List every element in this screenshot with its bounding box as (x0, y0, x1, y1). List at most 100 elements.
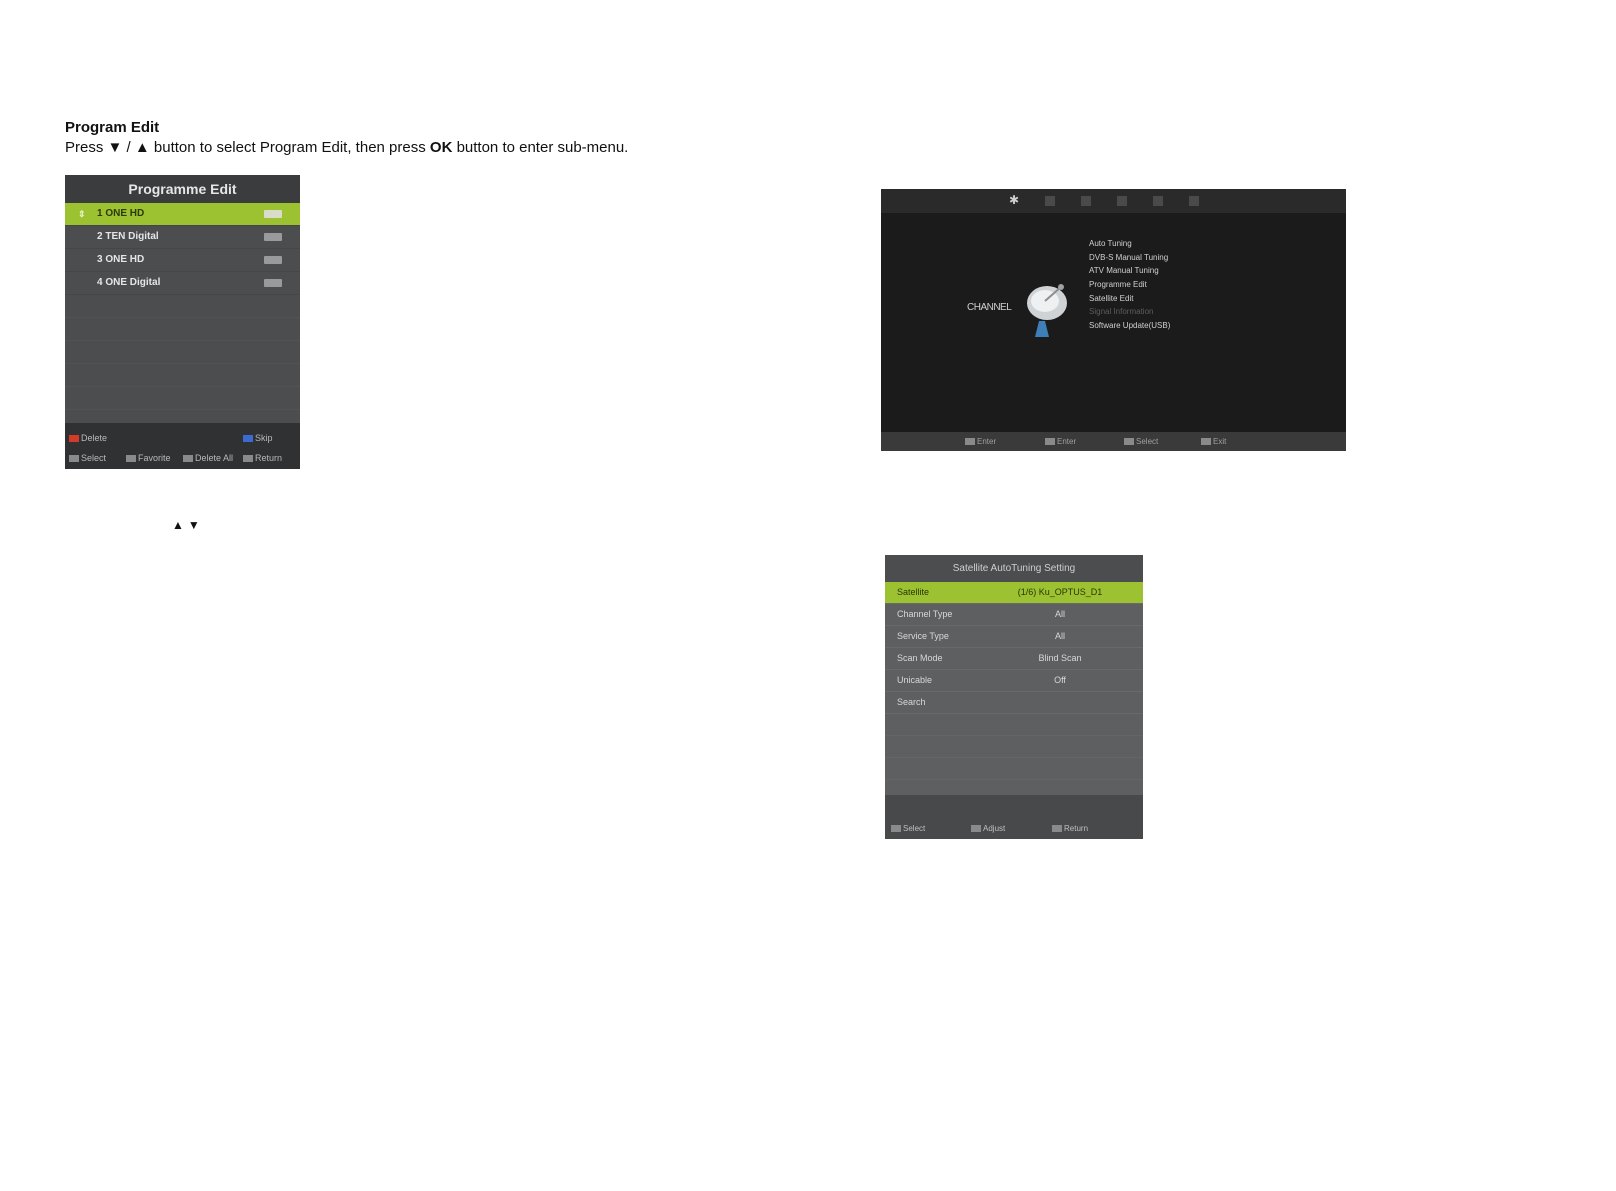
setting-row-search[interactable]: Search (885, 692, 1143, 714)
return-hint-label: Return (1064, 824, 1089, 833)
delete-hint-label: Delete (81, 433, 108, 443)
setting-value: (1/6) Ku_OPTUS_D1 (1017, 587, 1103, 597)
exit-hint-label: Exit (1213, 437, 1227, 446)
time-tab-icon[interactable] (1117, 196, 1127, 206)
setting-key: Channel Type (897, 609, 953, 619)
channel-menu-list: Auto Tuning DVB-S Manual Tuning ATV Manu… (1089, 237, 1170, 333)
channel-label: 1 ONE HD (97, 208, 145, 219)
empty-row (885, 758, 1143, 780)
instruction-text: Press ▼ / ▲ button to select Program Edi… (65, 139, 628, 156)
fav-key-icon (126, 455, 136, 463)
menu-item-software-update[interactable]: Software Update(USB) (1089, 319, 1170, 333)
empty-row (65, 387, 300, 410)
dtv-tag-icon (264, 279, 282, 287)
satellite-dish-icon (1027, 284, 1067, 337)
setting-value: Off (1054, 675, 1066, 685)
setting-key: Search (897, 697, 926, 707)
enter-hint[interactable]: Enter (965, 437, 996, 446)
satellite-setting-footer: Select Adjust Return (885, 795, 1143, 839)
satellite-autotuning-screen: Satellite AutoTuning Setting Satellite (… (885, 555, 1143, 839)
channel-row[interactable]: 4 ONE Digital (65, 272, 300, 295)
setting-key: Service Type (897, 631, 949, 641)
instr-post: button to enter sub-menu. (452, 139, 629, 156)
enter-hint-label: Enter (977, 437, 997, 446)
key-icon (1045, 438, 1055, 446)
return-hint-label: Return (255, 453, 283, 463)
setting-value: All (1054, 631, 1066, 641)
adjust-hint[interactable]: Adjust (971, 824, 1005, 833)
return-hint[interactable]: Return (1052, 824, 1088, 833)
setting-key: Unicable (897, 675, 933, 685)
setting-row-service-type[interactable]: Service Type All (885, 626, 1143, 648)
dtv-tag-icon (264, 233, 282, 241)
skip-hint[interactable]: Skip (243, 433, 273, 443)
move-marker-icon: ⇕ (78, 209, 86, 219)
exit-hint[interactable]: Exit (1201, 437, 1226, 446)
menu-key-icon (243, 455, 253, 463)
empty-row (65, 364, 300, 387)
delete-all-hint-label: Delete All (195, 453, 234, 463)
key-icon (1124, 438, 1134, 446)
empty-row (885, 714, 1143, 736)
setting-key: Satellite (897, 587, 930, 597)
lock-tab-icon[interactable] (1153, 196, 1163, 206)
setting-row-unicable[interactable]: Unicable Off (885, 670, 1143, 692)
dtv-tag-icon (264, 256, 282, 264)
gear-icon[interactable]: ✱ (1009, 193, 1019, 207)
empty-row (885, 736, 1143, 758)
delete-all-key-icon (183, 455, 193, 463)
channel-section-label: CHANNEL (967, 302, 1012, 313)
red-key-icon (69, 435, 79, 443)
favorite-hint[interactable]: Favorite (126, 453, 171, 463)
menu-item-signal-information: Signal Information (1089, 307, 1154, 317)
menu-item-satellite-edit[interactable]: Satellite Edit (1089, 292, 1170, 306)
channel-row[interactable]: ⇕ 1 ONE HD (65, 203, 300, 226)
picture-tab-icon[interactable] (1045, 196, 1055, 206)
empty-row (65, 318, 300, 341)
channel-row[interactable]: 3 ONE HD (65, 249, 300, 272)
ok-key-text: OK (429, 139, 453, 156)
down-arrow-icon: ▼ (107, 139, 123, 156)
setting-key: Scan Mode (897, 653, 943, 663)
instr-mid: button to select Program Edit, then pres… (149, 139, 430, 156)
setup-tab-icon[interactable] (1189, 196, 1199, 206)
key-icon (965, 438, 975, 446)
select-hint[interactable]: Select (69, 453, 106, 463)
key-icon (1052, 825, 1062, 833)
setting-value: All (1054, 609, 1066, 619)
empty-row (65, 295, 300, 318)
setting-value: Blind Scan (1038, 653, 1082, 663)
select-key-icon (69, 455, 79, 463)
menu-item-programme-edit[interactable]: Programme Edit (1089, 278, 1170, 292)
blue-key-icon (243, 435, 253, 443)
delete-all-hint[interactable]: Delete All (183, 453, 233, 463)
select-hint-label: Select (903, 824, 926, 833)
menu-item-auto-tuning[interactable]: Auto Tuning (1089, 237, 1170, 251)
channel-row[interactable]: 2 TEN Digital (65, 226, 300, 249)
key-icon (891, 825, 901, 833)
setting-row-scan-mode[interactable]: Scan Mode Blind Scan (885, 648, 1143, 670)
enter-hint[interactable]: Enter (1045, 437, 1076, 446)
favorite-hint-label: Favorite (138, 453, 171, 463)
programme-edit-footer: Delete Skip Select Favorite Delete All R… (65, 423, 300, 469)
channel-label: 4 ONE Digital (97, 277, 161, 288)
instr-slash: / (122, 139, 135, 156)
setting-row-satellite[interactable]: Satellite (1/6) Ku_OPTUS_D1 (885, 582, 1143, 604)
channel-label: 3 ONE HD (97, 254, 145, 265)
setting-row-channel-type[interactable]: Channel Type All (885, 604, 1143, 626)
select-hint[interactable]: Select (1124, 437, 1158, 446)
adjust-hint-label: Adjust (983, 824, 1006, 833)
key-icon (971, 825, 981, 833)
menu-item-dvbs-manual-tuning[interactable]: DVB-S Manual Tuning (1089, 251, 1170, 265)
menu-item-atv-manual-tuning[interactable]: ATV Manual Tuning (1089, 264, 1170, 278)
return-hint[interactable]: Return (243, 453, 282, 463)
instr-pre: Press (65, 139, 108, 156)
programme-edit-title: Programme Edit (65, 175, 300, 203)
section-heading: Program Edit (65, 119, 160, 136)
enter-hint-label: Enter (1057, 437, 1077, 446)
channel-label: 2 TEN Digital (97, 231, 159, 242)
delete-hint[interactable]: Delete (69, 433, 107, 443)
menu-tab-bar: ✱ (881, 189, 1346, 213)
select-hint[interactable]: Select (891, 824, 925, 833)
sound-tab-icon[interactable] (1081, 196, 1091, 206)
